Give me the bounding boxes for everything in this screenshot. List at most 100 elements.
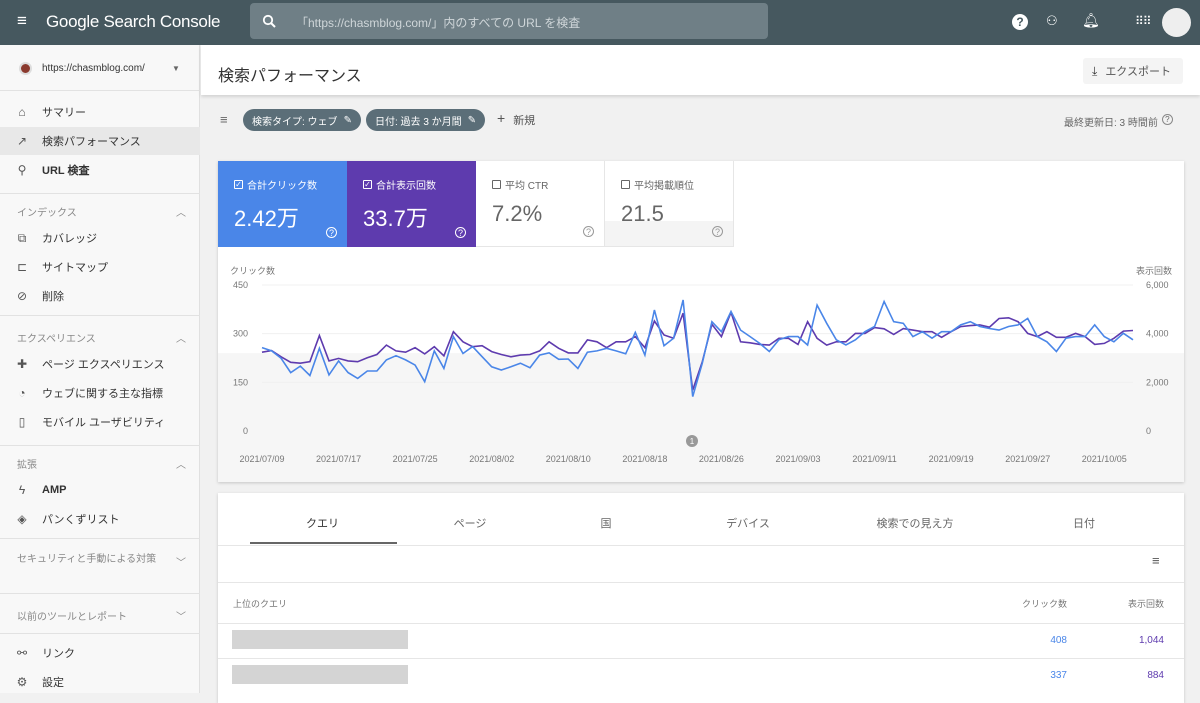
performance-chart[interactable]: クリック数 表示回数 450 6,000 300 4,000 150 2,000 0 0 2021/… — [218, 247, 1184, 482]
column-header-impressions[interactable]: 表示回数 — [1104, 597, 1164, 610]
search-placeholder: 「https://chasmblog.com/」内のすべての URL を検査 — [296, 16, 581, 30]
sidebar-item-label: 削除 — [42, 291, 64, 303]
tab-0[interactable]: クエリ — [249, 515, 396, 531]
help-circle-icon[interactable]: ? — [712, 226, 723, 237]
sidebar-item-url-inspection[interactable]: ⚲ URL 検査 — [0, 156, 200, 184]
x-axis-tick: 2021/07/25 — [393, 454, 438, 464]
chip-label: 日付: 過去 3 か月間 — [375, 116, 462, 128]
app-title[interactable]: Google Search Console — [46, 12, 221, 32]
edit-pencil-icon: ✎ — [467, 114, 477, 126]
apps-grid-icon[interactable]: ⠿⠿ — [1135, 14, 1152, 28]
section-header-experience[interactable]: エクスペリエンス — [17, 330, 96, 345]
tab-3[interactable]: デバイス — [673, 515, 823, 531]
metric-value: 7.2% — [492, 201, 543, 226]
checkbox-unchecked-icon[interactable] — [621, 180, 630, 189]
sidebar-item-summary[interactable]: ⌂ サマリー — [0, 98, 200, 126]
help-circle-icon[interactable]: ? — [583, 226, 594, 237]
metric-label: 平均掲載順位 — [634, 181, 694, 192]
metric-tile-total-impressions[interactable]: ✓ 合計表示回数 33.7万 ? — [347, 161, 476, 247]
redacted-query — [232, 665, 408, 684]
metric-label: 平均 CTR — [505, 181, 549, 192]
chevron-up-icon[interactable]: ︿ — [176, 330, 186, 345]
right-axis-tick: 6,000 — [1146, 280, 1169, 290]
chevron-up-icon[interactable]: ︿ — [176, 456, 186, 471]
sidebar: https://chasmblog.com/ ▼ ⌂ サマリー ↗ 検索パフォーマン… — [0, 45, 200, 693]
chip-label: 検索タイプ: ウェブ — [252, 116, 338, 128]
export-button[interactable]: ⤓ エクスポート — [1083, 58, 1183, 84]
account-avatar[interactable] — [1162, 8, 1191, 37]
tab-1[interactable]: ページ — [395, 515, 545, 531]
help-icon[interactable]: ? — [1012, 14, 1028, 30]
chevron-down-icon[interactable]: ﹀ — [176, 554, 186, 569]
divider — [218, 582, 1184, 583]
add-filter-button[interactable]: + 新規 — [497, 111, 535, 128]
divider — [0, 633, 200, 634]
section-header-legacy-tools[interactable]: 以前のツールとレポート — [17, 608, 127, 623]
property-selector[interactable]: https://chasmblog.com/ ▼ — [0, 52, 200, 84]
sidebar-item-label: ウェブに関する主な指標 — [42, 388, 163, 400]
tab-4[interactable]: 検索での見え方 — [840, 515, 990, 531]
x-axis-tick: 2021/07/17 — [316, 454, 361, 464]
section-header-enhancements[interactable]: 拡張 — [17, 456, 37, 471]
sidebar-item-links[interactable]: ⚯ リンク — [0, 639, 200, 667]
last-updated: 最終更新日: 3 時間前? — [1064, 114, 1173, 129]
menu-icon[interactable]: ≡ — [17, 11, 27, 31]
filter-chip-search-type[interactable]: 検索タイプ: ウェブ ✎ — [243, 109, 361, 131]
metric-tile-average-position[interactable]: 平均掲載順位 21.5 ? — [605, 161, 734, 247]
checkbox-unchecked-icon[interactable] — [492, 180, 501, 189]
sidebar-item-removals[interactable]: ⊘ 削除 — [0, 282, 200, 310]
sidebar-item-breadcrumbs[interactable]: ◈ パンくずリスト — [0, 505, 200, 533]
sidebar-item-mobile-usability[interactable]: ▯ モバイル ユーザビリティ — [0, 408, 200, 436]
eye-off-icon: ⊘ — [16, 289, 28, 303]
section-header-security[interactable]: セキュリティと手動による対策 — [17, 553, 167, 567]
sidebar-item-amp[interactable]: ϟ AMP — [0, 476, 200, 504]
column-header-clicks[interactable]: クリック数 — [1007, 597, 1067, 610]
smartphone-icon: ▯ — [18, 415, 26, 429]
sidebar-item-sitemaps[interactable]: ⊏ サイトマップ — [0, 253, 200, 281]
metric-label: 合計表示回数 — [376, 181, 436, 192]
metric-tile-total-clicks[interactable]: ✓ 合計クリック数 2.42万 ? — [218, 161, 347, 247]
x-axis-tick: 2021/09/27 — [1005, 454, 1050, 464]
property-url: https://chasmblog.com/ — [42, 62, 145, 74]
tab-5[interactable]: 日付 — [1009, 515, 1159, 531]
sidebar-item-search-performance[interactable]: ↗ 検索パフォーマンス — [0, 127, 200, 155]
sidebar-item-label: パンくずリスト — [42, 514, 120, 526]
top-app-bar: ≡ Google Search Console 「https://chasmbl… — [0, 0, 1200, 45]
divider — [218, 545, 1184, 546]
sidebar-item-label: 設定 — [42, 677, 64, 689]
right-axis-tick: 0 — [1146, 426, 1151, 436]
divider — [0, 315, 200, 316]
metric-tile-average-ctr[interactable]: 平均 CTR 7.2% ? — [476, 161, 605, 247]
table-row[interactable]: 337 884 — [218, 659, 1184, 693]
filter-chip-date[interactable]: 日付: 過去 3 か月間 ✎ — [366, 109, 486, 131]
help-circle-icon[interactable]: ? — [1161, 114, 1173, 125]
help-circle-icon[interactable]: ? — [455, 227, 466, 238]
sidebar-item-core-web-vitals[interactable]: ◔ ウェブに関する主な指標 — [0, 379, 200, 407]
last-updated-text: 最終更新日: 3 時間前 — [1064, 118, 1158, 129]
tab-2[interactable]: 国 — [531, 515, 681, 531]
checkbox-checked-icon[interactable]: ✓ — [234, 180, 243, 189]
help-circle-icon[interactable]: ? — [326, 227, 337, 238]
sidebar-item-label: カバレッジ — [42, 233, 97, 245]
x-axis-tick: 2021/08/18 — [622, 454, 667, 464]
sidebar-item-page-experience[interactable]: ✚ ページ エクスペリエンス — [0, 350, 200, 378]
chevron-up-icon[interactable]: ︿ — [176, 204, 186, 219]
sidebar-item-coverage[interactable]: ⧉ カバレッジ — [0, 224, 200, 252]
table-row[interactable]: 408 1,044 — [218, 624, 1184, 658]
section-header-index[interactable]: インデックス — [17, 204, 77, 219]
divider — [0, 593, 200, 594]
divider — [0, 90, 200, 91]
filter-list-icon[interactable]: ≡ — [220, 112, 228, 127]
user-settings-icon[interactable]: ⚇ — [1046, 13, 1058, 29]
left-axis-tick: 300 — [233, 329, 248, 339]
x-axis-tick: 2021/09/03 — [775, 454, 820, 464]
url-inspect-search-input[interactable]: 「https://chasmblog.com/」内のすべての URL を検査 — [250, 3, 768, 39]
x-axis-tick: 2021/09/19 — [929, 454, 974, 464]
checkbox-checked-icon[interactable]: ✓ — [363, 180, 372, 189]
table-filter-icon[interactable]: ≡ — [1152, 553, 1160, 568]
notifications-bell-icon[interactable]: 🔔︎ — [1082, 12, 1100, 29]
left-axis-title: クリック数 — [230, 265, 275, 276]
sidebar-item-settings[interactable]: ⚙ 設定 — [0, 668, 200, 696]
chevron-down-icon[interactable]: ﹀ — [176, 608, 186, 623]
download-icon: ⤓ — [1092, 63, 1098, 78]
